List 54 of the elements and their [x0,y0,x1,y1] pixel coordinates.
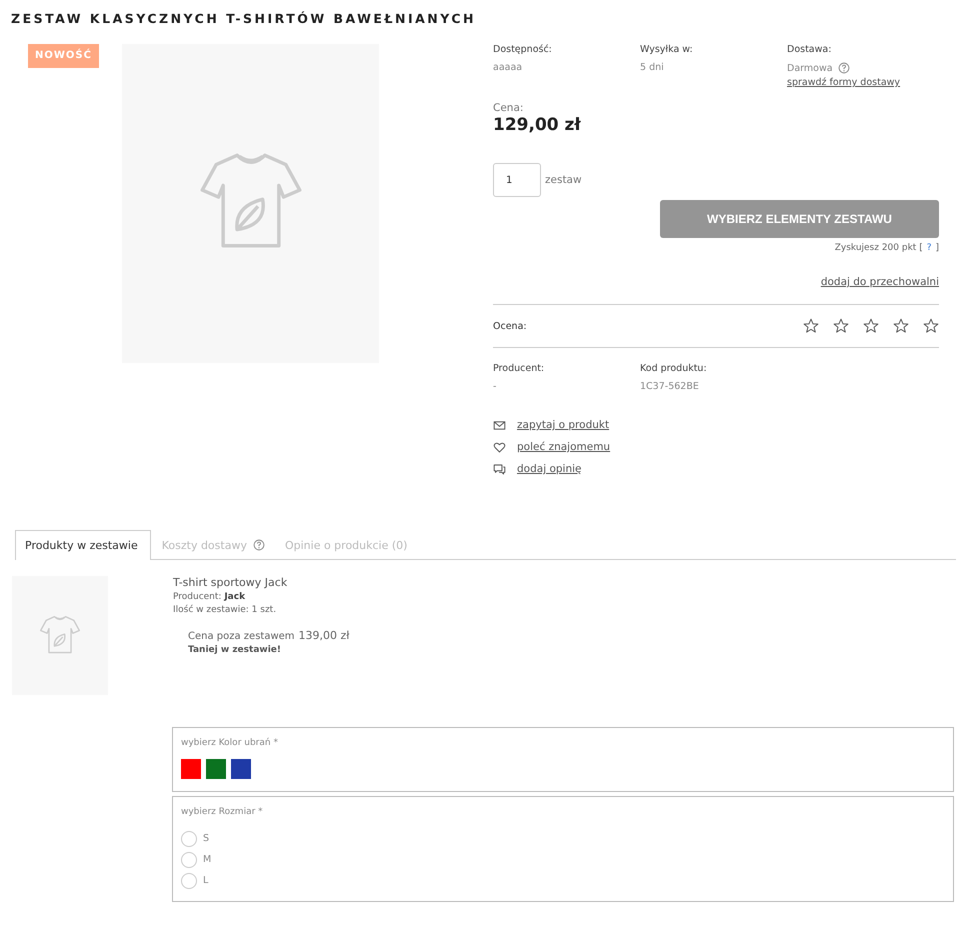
star-rating[interactable] [803,318,939,334]
help-icon [838,62,850,74]
radio-button[interactable] [181,852,197,868]
regular-price: 139,00 zł [298,629,350,642]
detail-label: Kod produktu: [640,363,708,374]
delivery-link[interactable]: sprawdź formy dostawy [787,77,934,88]
quantity-unit: zestaw [545,174,582,186]
info-value: aaaaa [493,62,522,73]
info-label: Dostawa: [787,44,832,55]
color-swatch[interactable] [181,759,201,779]
item-quantity: Ilość w zestawie: 1 szt. [173,605,278,615]
detail-value: - [493,381,498,392]
color-swatch[interactable] [206,759,226,779]
regular-price-label: Cena poza zestawem [188,631,295,642]
price-label: Cena: [493,102,524,114]
size-label: S [203,833,210,844]
points-bracket: ] [935,243,939,253]
info-value: Darmowa [787,62,833,74]
quantity-field[interactable]: 1 [493,163,541,197]
points-help-link[interactable]: ? [926,243,932,253]
rating-label: Ocena: [493,320,527,332]
size-label: L [203,875,208,886]
option-label: wybierz Kolor ubrań * [181,738,279,748]
radio-button[interactable] [181,830,197,846]
size-label: M [203,854,212,865]
color-swatch[interactable] [231,759,251,779]
info-value: 5 dni [640,62,664,73]
item-producer: Producent: Jack [173,592,246,602]
help-icon [252,539,265,551]
product-title: ZESTAW KLASYCZNYCH T-SHIRTÓW BAWEŁNIANYCH [11,10,477,28]
star-icon [923,318,939,334]
radio-button[interactable] [181,872,197,888]
points-text: Zyskujesz 200 pkt [ [834,243,923,253]
bundle-note: Taniej w zestawie! [188,645,282,655]
chat-icon [493,462,506,476]
star-icon [863,318,879,334]
action-link[interactable]: zapytaj o produkt [517,419,610,431]
option-label: wybierz Rozmiar * [181,807,264,817]
star-icon [803,318,819,334]
new-badge: NOWOŚĆ [28,44,99,68]
storage-link[interactable]: dodaj do przechowalni [820,276,939,288]
info-label: Wysyłka w: [640,44,694,55]
star-icon [893,318,909,334]
detail-label: Producent: [493,363,546,374]
mail-icon [493,418,506,432]
action-link[interactable]: dodaj opinię [517,463,582,475]
tab[interactable]: Produkty w zestawie [15,530,151,560]
price-value: 129,00 zł [493,115,582,135]
item-name[interactable]: T-shirt sportowy Jack [173,576,350,589]
heart-icon [493,440,506,454]
info-label: Dostępność: [493,44,553,55]
star-icon [833,318,849,334]
action-link[interactable]: poleć znajomemu [517,441,610,453]
detail-value: 1C37-562BE [640,381,700,392]
